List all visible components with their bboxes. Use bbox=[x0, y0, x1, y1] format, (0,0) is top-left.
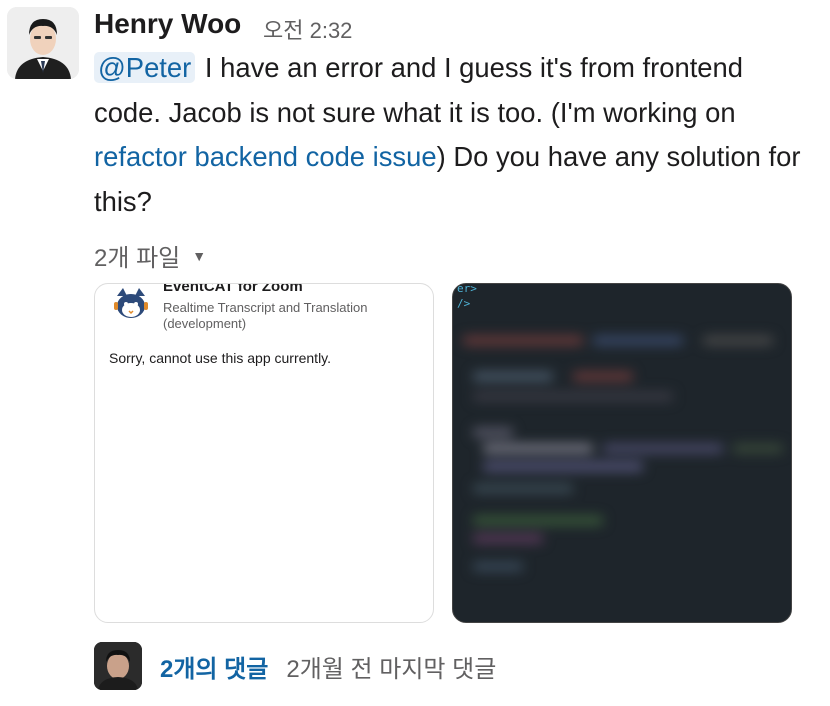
issue-link[interactable]: refactor backend code issue bbox=[94, 141, 437, 172]
message-body: @Peter I have an error and I guess it's … bbox=[94, 46, 814, 224]
reply-avatar bbox=[94, 642, 142, 690]
reply-count[interactable]: 2개의 댓글 bbox=[160, 649, 268, 684]
cat-logo-icon bbox=[114, 288, 148, 318]
files-toggle-label: 2개 파일 bbox=[94, 245, 181, 272]
code-tag-top: er> bbox=[457, 284, 477, 295]
sender-avatar[interactable] bbox=[7, 7, 79, 79]
caret-down-icon: ▼ bbox=[192, 247, 207, 264]
file-attachment-2[interactable]: er> /> bbox=[452, 283, 792, 623]
sender-name[interactable]: Henry Woo bbox=[94, 8, 241, 40]
file-app-subtitle: Realtime Transcript and Translation (dev… bbox=[163, 300, 368, 331]
code-screenshot: er> /> bbox=[453, 284, 791, 622]
files-toggle[interactable]: 2개 파일 ▼ bbox=[94, 238, 206, 273]
code-tag-second: /> bbox=[457, 297, 471, 310]
file-app-note: Sorry, cannot use this app currently. bbox=[109, 350, 332, 366]
blurred-code bbox=[453, 328, 791, 576]
file-app-title: EventCAT for Zoom bbox=[163, 283, 303, 295]
last-reply-time: 2개월 전 마지막 댓글 bbox=[286, 655, 497, 683]
thread-replies[interactable]: 2개의 댓글 2개월 전 마지막 댓글 bbox=[94, 642, 496, 690]
message-timestamp[interactable]: 오전 2:32 bbox=[263, 13, 352, 45]
file-attachment-1[interactable]: EventCAT for Zoom Realtime Transcript an… bbox=[94, 283, 434, 623]
user-mention[interactable]: @Peter bbox=[94, 52, 196, 83]
